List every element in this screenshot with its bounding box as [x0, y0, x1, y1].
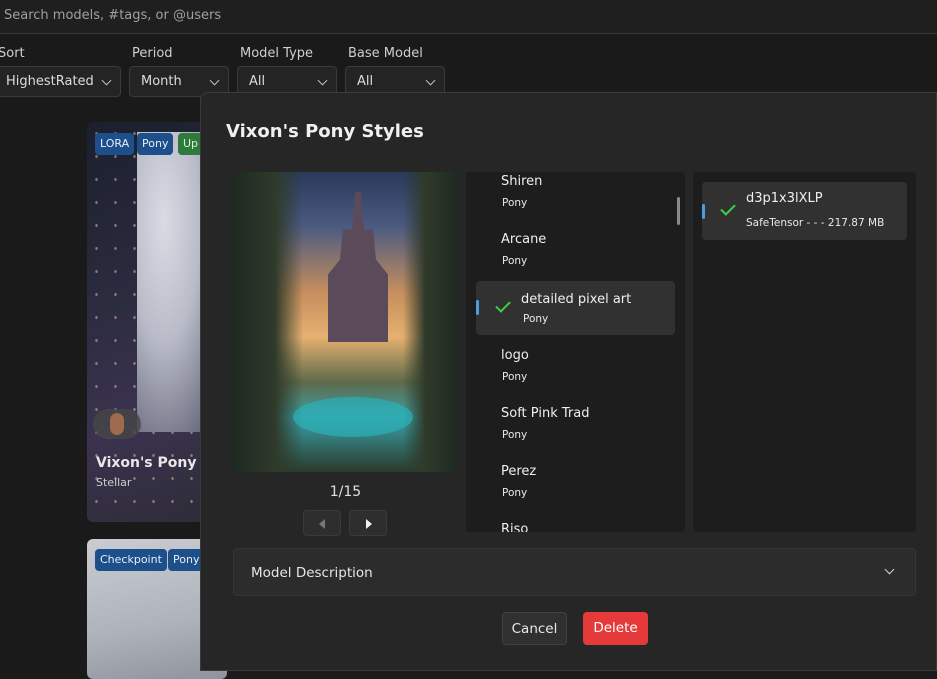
version-item[interactable]: Soft Pink Trad Pony: [476, 398, 675, 452]
model-type-label: Model Type: [240, 46, 314, 61]
version-item-selected[interactable]: detailed pixel art Pony: [476, 281, 675, 335]
model-type-value: All: [249, 74, 266, 89]
period-label: Period: [132, 46, 173, 61]
modal-title: Vixon's Pony Styles: [226, 121, 424, 142]
version-base: Pony: [523, 313, 549, 325]
model-description-accordion[interactable]: Model Description: [233, 548, 916, 596]
version-name: Riso: [501, 522, 529, 532]
version-list[interactable]: Shiren Pony Arcane Pony detailed pixel a…: [466, 172, 685, 532]
version-item[interactable]: Perez Pony: [476, 456, 675, 510]
version-name: detailed pixel art: [521, 292, 632, 307]
selection-indicator: [476, 300, 479, 315]
scrollbar[interactable]: [677, 197, 680, 225]
version-item[interactable]: Shiren Pony: [476, 172, 675, 220]
version-base: Pony: [502, 197, 528, 209]
delete-model-modal: Vixon's Pony Styles 1/15 Shiren Pony Arc…: [200, 92, 937, 671]
version-item[interactable]: logo Pony: [476, 340, 675, 394]
checkmark-icon: [720, 200, 736, 216]
chevron-right-icon: [366, 519, 372, 529]
avatar[interactable]: [93, 409, 141, 439]
search-bar[interactable]: Search models, #tags, or @users: [0, 0, 937, 34]
version-name: Perez: [501, 464, 537, 479]
version-base: Pony: [502, 371, 528, 383]
type-badge: Checkpoint: [95, 549, 167, 571]
prev-image-button[interactable]: [303, 510, 341, 536]
version-name: logo: [501, 348, 529, 363]
sort-select[interactable]: HighestRated: [0, 66, 121, 97]
cancel-button[interactable]: Cancel: [502, 612, 567, 645]
sort-value: HighestRated: [6, 74, 94, 89]
accordion-label: Model Description: [251, 565, 373, 581]
chevron-left-icon: [319, 519, 325, 529]
file-meta: SafeTensor - - - 217.87 MB: [746, 217, 885, 229]
type-badge: LORA: [95, 133, 135, 155]
preview-image: [233, 172, 458, 472]
version-name: Shiren: [501, 174, 543, 189]
base-model-value: All: [357, 74, 374, 89]
chevron-down-icon: [209, 75, 220, 86]
version-item[interactable]: Riso: [476, 514, 675, 532]
base-model-label: Base Model: [348, 46, 423, 61]
selection-indicator: [702, 204, 705, 219]
sort-label: Sort: [0, 46, 25, 61]
file-item-selected[interactable]: d3p1x3lXLP SafeTensor - - - 217.87 MB: [702, 182, 907, 240]
base-model-badge: Pony: [168, 549, 205, 571]
version-base: Pony: [502, 487, 528, 499]
version-item[interactable]: Arcane Pony: [476, 224, 675, 278]
search-input[interactable]: Search models, #tags, or @users: [4, 8, 221, 23]
version-name: Arcane: [501, 232, 547, 247]
card-author: Stellar: [96, 476, 132, 489]
checkmark-icon: [495, 297, 511, 313]
version-name: Soft Pink Trad: [501, 406, 590, 421]
preview-counter: 1/15: [329, 484, 362, 500]
version-base: Pony: [502, 429, 528, 441]
file-name: d3p1x3lXLP: [746, 191, 823, 206]
base-model-badge: Pony: [137, 133, 174, 155]
version-base: Pony: [502, 255, 528, 267]
chevron-down-icon[interactable]: [884, 564, 895, 575]
file-list[interactable]: d3p1x3lXLP SafeTensor - - - 217.87 MB: [693, 172, 916, 532]
period-value: Month: [141, 74, 182, 89]
delete-button[interactable]: Delete: [583, 612, 648, 645]
chevron-down-icon: [425, 75, 436, 86]
chevron-down-icon: [317, 75, 328, 86]
chevron-down-icon: [101, 75, 112, 86]
next-image-button[interactable]: [349, 510, 387, 536]
